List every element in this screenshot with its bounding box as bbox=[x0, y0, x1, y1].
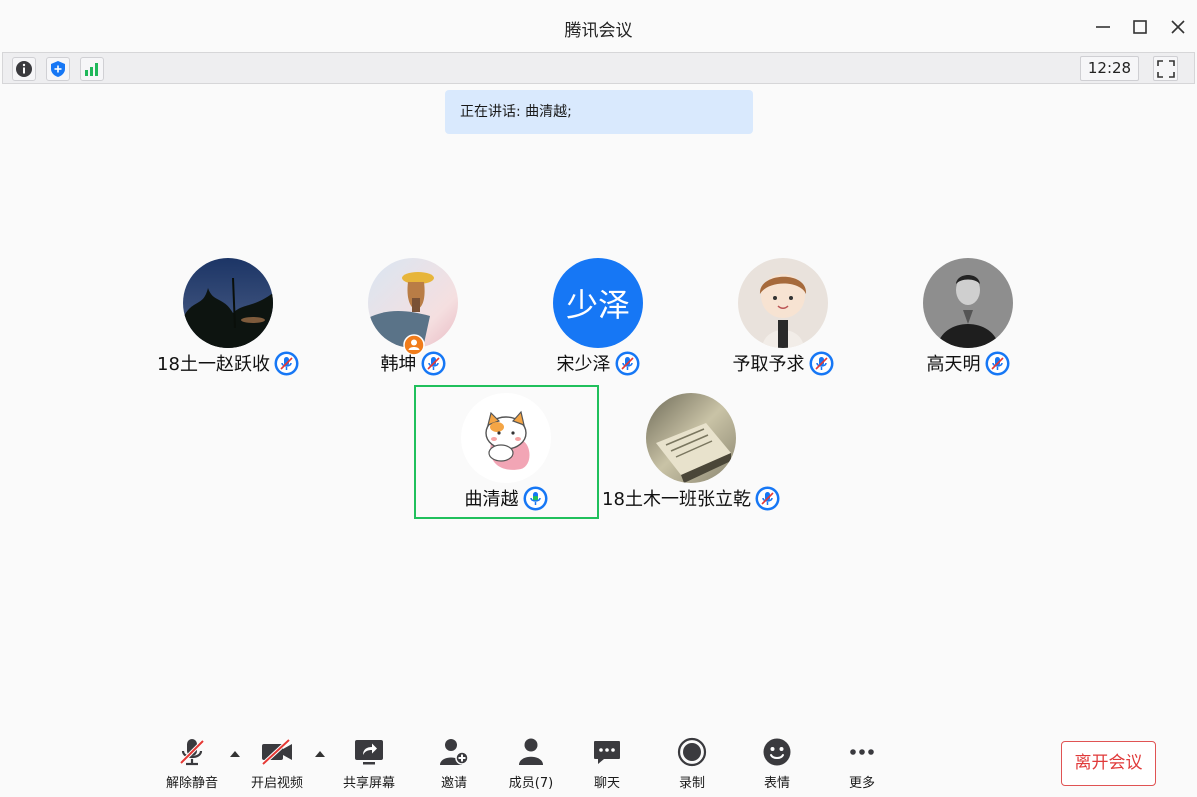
smiley-icon bbox=[763, 738, 791, 766]
close-icon bbox=[1171, 20, 1185, 34]
maximize-button[interactable] bbox=[1127, 14, 1153, 40]
video-options-caret[interactable] bbox=[313, 748, 327, 760]
share-screen-icon bbox=[355, 740, 383, 765]
avatar bbox=[461, 393, 551, 483]
chat-label: 聊天 bbox=[593, 776, 620, 791]
speaking-banner: 正在讲话: 曲清越; bbox=[445, 90, 753, 134]
video-off-icon bbox=[261, 738, 292, 766]
start-video-label: 开启视频 bbox=[250, 776, 303, 791]
avatar: 少泽 bbox=[553, 258, 643, 348]
participant-name: 韩坤 bbox=[380, 354, 417, 375]
caret-up-icon bbox=[230, 751, 240, 757]
chat-button[interactable]: 聊天 bbox=[572, 736, 642, 792]
participant-name: 宋少泽 bbox=[556, 354, 611, 375]
participant-name: 18土一赵跃收 bbox=[157, 354, 270, 375]
more-label: 更多 bbox=[848, 776, 875, 791]
info-bar: 12:28 bbox=[2, 52, 1195, 84]
participant-name: 18土木一班张立乾 bbox=[602, 489, 751, 510]
participant-name: 曲清越 bbox=[464, 489, 519, 510]
chat-bubble-icon bbox=[594, 741, 620, 764]
unmute-button[interactable]: 解除静音 bbox=[157, 736, 227, 792]
participant-tile[interactable]: 18土木一班张立乾 bbox=[591, 393, 791, 523]
share-screen-button[interactable]: 共享屏幕 bbox=[334, 736, 404, 792]
maximize-icon bbox=[1133, 20, 1147, 34]
members-label: 成员(7) bbox=[508, 776, 554, 791]
audio-options-caret[interactable] bbox=[228, 748, 242, 760]
mic-muted-icon bbox=[985, 351, 1010, 376]
invite-label: 邀请 bbox=[440, 776, 467, 791]
members-button[interactable]: 成员(7) bbox=[496, 736, 566, 792]
leave-meeting-button[interactable]: 离开会议 bbox=[1061, 741, 1156, 786]
mic-muted-icon bbox=[615, 351, 640, 376]
mic-muted-icon bbox=[755, 486, 780, 511]
record-label: 录制 bbox=[678, 776, 705, 791]
mic-muted-icon bbox=[809, 351, 834, 376]
info-icon bbox=[16, 61, 32, 77]
avatar-initials: 少泽 bbox=[565, 286, 630, 324]
meeting-clock: 12:28 bbox=[1080, 56, 1139, 81]
participant-name: 予取予求 bbox=[732, 354, 805, 375]
avatar bbox=[183, 258, 273, 348]
security-button[interactable] bbox=[46, 57, 70, 81]
participant-name: 高天明 bbox=[926, 354, 981, 375]
more-button[interactable]: 更多 bbox=[827, 736, 897, 792]
meeting-info-button[interactable] bbox=[12, 57, 36, 81]
more-dots-icon bbox=[850, 749, 874, 755]
emoji-button[interactable]: 表情 bbox=[742, 736, 812, 792]
caret-up-icon bbox=[315, 751, 325, 757]
share-screen-label: 共享屏幕 bbox=[342, 776, 395, 791]
record-icon bbox=[677, 737, 707, 767]
invite-user-icon bbox=[440, 739, 469, 765]
shield-icon bbox=[51, 61, 65, 77]
network-status-button[interactable] bbox=[80, 57, 104, 81]
emoji-label: 表情 bbox=[763, 776, 790, 791]
minimize-button[interactable] bbox=[1090, 14, 1116, 40]
mic-speaking-icon bbox=[523, 486, 548, 511]
start-video-button[interactable]: 开启视频 bbox=[242, 736, 312, 792]
unmute-label: 解除静音 bbox=[165, 776, 218, 791]
fullscreen-button[interactable] bbox=[1153, 56, 1178, 81]
mic-muted-icon bbox=[421, 351, 446, 376]
avatar bbox=[646, 393, 736, 483]
record-button[interactable]: 录制 bbox=[657, 736, 727, 792]
window-title: 腾讯会议 bbox=[564, 21, 633, 41]
avatar bbox=[738, 258, 828, 348]
minimize-icon bbox=[1096, 26, 1110, 28]
avatar bbox=[923, 258, 1013, 348]
invite-button[interactable]: 邀请 bbox=[419, 736, 489, 792]
close-button[interactable] bbox=[1165, 14, 1191, 40]
members-icon bbox=[519, 738, 543, 765]
title-bar: 腾讯会议 bbox=[0, 0, 1197, 52]
participant-tile[interactable]: 高天明 bbox=[868, 258, 1068, 388]
mic-off-icon bbox=[179, 739, 205, 766]
signal-bars-icon bbox=[85, 63, 98, 76]
fullscreen-icon bbox=[1156, 59, 1175, 78]
